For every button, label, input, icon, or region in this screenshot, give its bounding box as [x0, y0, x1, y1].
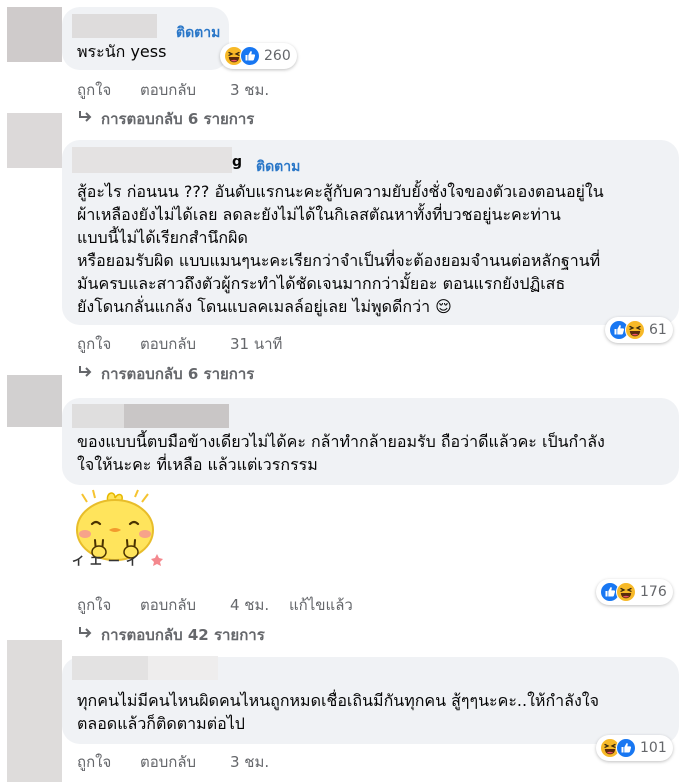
view-replies-link[interactable]: การตอบกลับ 42 รายการ [77, 623, 265, 647]
reaction-summary[interactable]: 176 [596, 579, 673, 605]
comment-text: พระนัก yess [77, 42, 167, 61]
blurred-name [72, 147, 232, 173]
reaction-count: 260 [264, 48, 291, 64]
like-button[interactable]: ถูกใจ [77, 750, 111, 774]
comment-actions: ถูกใจ ตอบกลับ 3 ชม. [77, 750, 377, 771]
comment-text-line: สู้อะไร ก่อนนน ??? อันดับแรกนะคะสู้กับคว… [77, 182, 604, 201]
blurred-name [72, 656, 148, 680]
follow-link[interactable]: ติดตาม [256, 156, 300, 178]
comment-text-line: มันครบและสาวถึงตัวผู้กระทำได้ชัดเจนมากกว… [77, 274, 566, 293]
reply-arrow-icon [79, 111, 92, 122]
comment-text-line: ของแบบนี้ตบมือข้างเดียวไม่ได้คะ กล้าทำกล… [77, 432, 605, 451]
like-icon [240, 46, 260, 66]
commenter-avatar[interactable] [7, 113, 62, 168]
reaction-count: 101 [640, 740, 667, 756]
blurred-name [72, 404, 124, 428]
commenter-avatar[interactable] [7, 640, 62, 782]
view-replies-link[interactable]: การตอบกลับ 6 รายการ [77, 107, 254, 131]
follow-link[interactable]: ติดตาม [176, 22, 220, 44]
comment-time[interactable]: 4 ชม. [230, 593, 269, 617]
name-suffix: g [232, 154, 243, 170]
comment-text-line: หรือยอมรับผิด แบบแมนๆนะคะเรียกว่าจำเป็นท… [77, 251, 601, 270]
blurred-name [124, 404, 229, 428]
comment-actions: ถูกใจ ตอบกลับ 3 ชม. [77, 78, 377, 99]
reply-arrow-icon [79, 627, 92, 638]
edited-label[interactable]: แก้ไขแล้ว [289, 593, 353, 617]
like-button[interactable]: ถูกใจ [77, 593, 111, 617]
comment-time[interactable]: 31 นาที [230, 332, 282, 356]
comment-actions: ถูกใจ ตอบกลับ 31 นาที [77, 332, 377, 353]
reaction-summary[interactable]: 260 [220, 43, 297, 69]
haha-icon [616, 582, 636, 602]
reply-button[interactable]: ตอบกลับ [140, 750, 196, 774]
commenter-avatar[interactable] [7, 7, 62, 62]
comment-text-line: ใจให้นะคะ ที่เหลือ แล้วแต่เวรกรรม [77, 455, 318, 474]
view-replies-link[interactable]: การตอบกลับ 6 รายการ [77, 362, 254, 386]
sticker-caption: イエーイ [72, 554, 144, 568]
reaction-count: 61 [649, 322, 667, 338]
comment-text-line: ผ้าเหลืองยังไม่ได้เลย ลดละยังไม่ได้ในกิเ… [77, 205, 561, 224]
like-button[interactable]: ถูกใจ [77, 332, 111, 356]
comment-text-line: ยังโดนกลั่นแกล้ง โดนแบลคเมลล์อยู่เลย ไม่… [77, 297, 452, 316]
comment-time[interactable]: 3 ชม. [230, 78, 269, 102]
commenter-avatar[interactable] [7, 375, 62, 427]
haha-icon [625, 320, 645, 340]
blurred-name [148, 656, 218, 680]
reply-button[interactable]: ตอบกลับ [140, 593, 196, 617]
comment-text-line: แบบนี้ไม่ได้เรียกสำนึกผิด [77, 228, 248, 247]
comment-text-line: ตลอดแล้วก็ติดตามต่อไป [77, 714, 245, 733]
reaction-count: 176 [640, 584, 667, 600]
comment-time[interactable]: 3 ชม. [230, 750, 269, 774]
reaction-summary[interactable]: 61 [605, 317, 673, 343]
reply-arrow-icon [79, 366, 92, 377]
reply-button[interactable]: ตอบกลับ [140, 78, 196, 102]
comment-text-line: ทุกคนไม่มีคนไหนผิดคนไหนถูกหมดเชื่อเถินมี… [77, 691, 599, 710]
like-button[interactable]: ถูกใจ [77, 78, 111, 102]
like-icon [616, 738, 636, 758]
blurred-name [72, 14, 157, 38]
reply-button[interactable]: ตอบกลับ [140, 332, 196, 356]
comment-actions: ถูกใจ ตอบกลับ 4 ชม. แก้ไขแล้ว [77, 593, 397, 614]
reaction-summary[interactable]: 101 [596, 735, 673, 761]
